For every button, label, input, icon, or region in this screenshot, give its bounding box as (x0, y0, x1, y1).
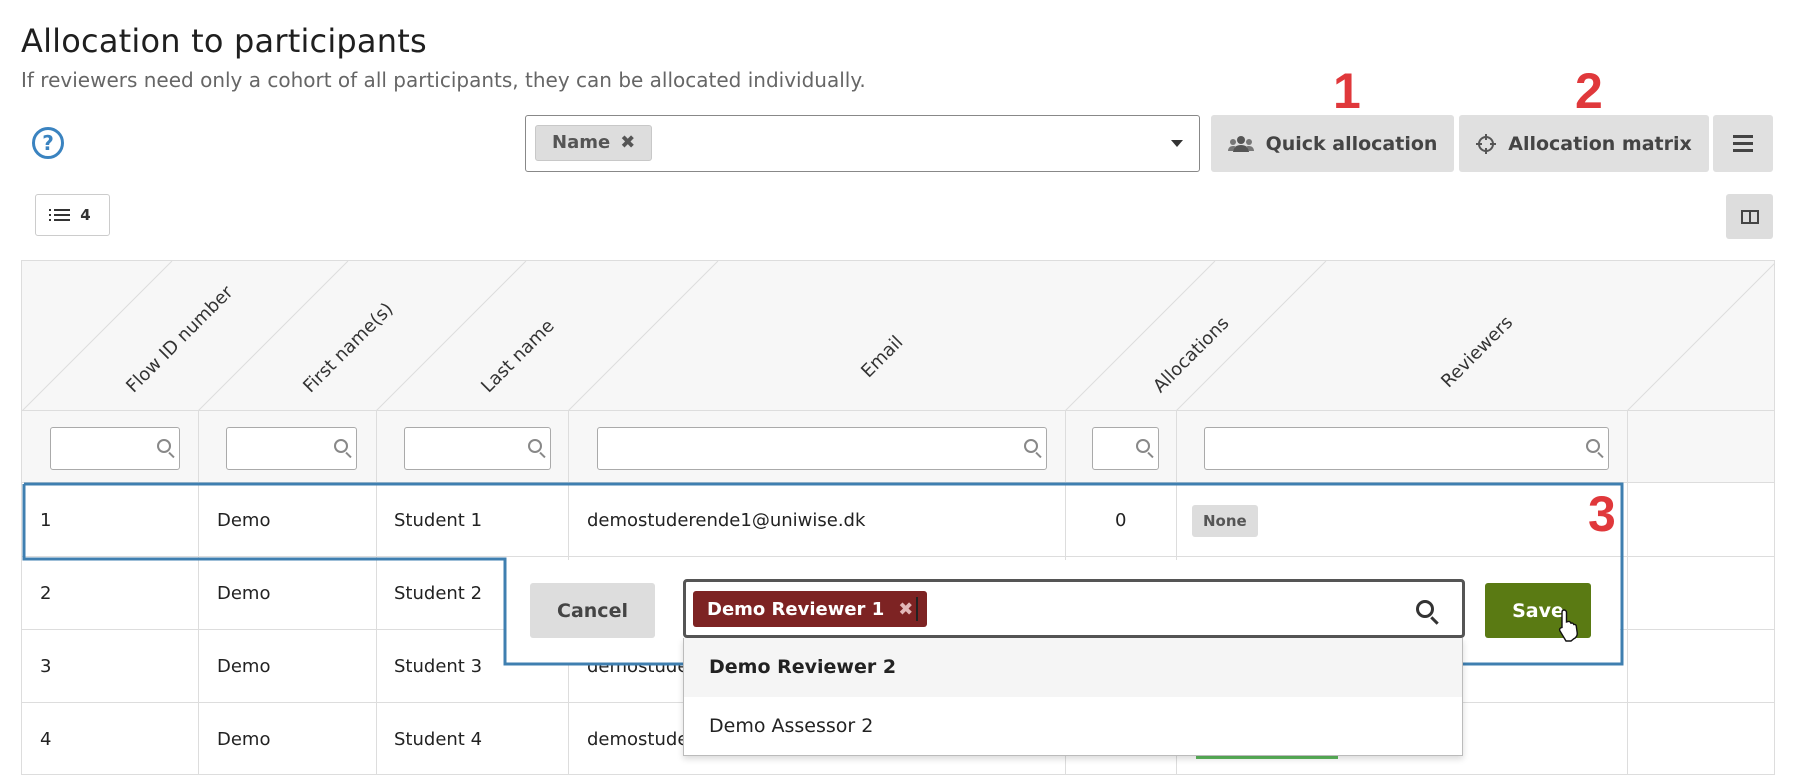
close-icon[interactable]: ✖ (898, 599, 913, 620)
selected-reviewer-chip: Demo Reviewer 1 ✖ (693, 591, 928, 627)
search-icon (1416, 600, 1434, 618)
pointer-cursor-icon (1558, 609, 1578, 642)
dropdown-option[interactable]: Demo Assessor 2 (684, 697, 1462, 756)
dropdown-option[interactable]: Demo Reviewer 2 (684, 638, 1462, 697)
annotation-3: 3 (1588, 486, 1616, 542)
reviewer-search-input[interactable]: Demo Reviewer 1 ✖ (683, 579, 1465, 638)
cancel-button[interactable]: Cancel (530, 583, 655, 638)
selected-reviewer-label: Demo Reviewer 1 (707, 598, 885, 620)
reviewer-dropdown: Demo Reviewer 2 Demo Assessor 2 (683, 638, 1463, 756)
text-caret (916, 597, 918, 621)
